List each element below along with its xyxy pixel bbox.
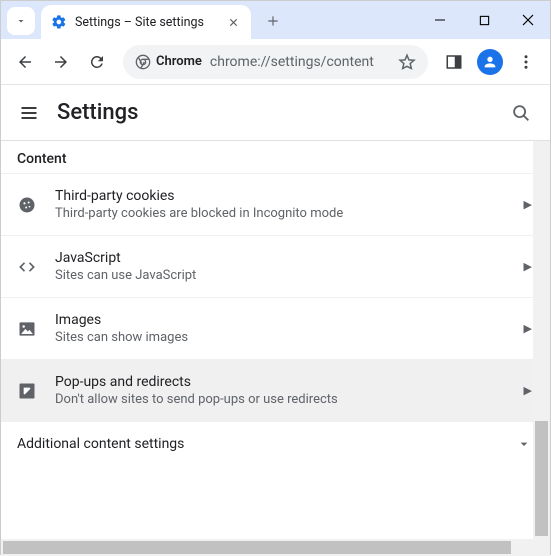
address-bar[interactable]: Chrome chrome://settings/content (123, 45, 428, 79)
settings-header: Settings (1, 85, 550, 141)
horizontal-scrollbar[interactable] (1, 539, 533, 556)
chevron-down-icon (516, 436, 532, 452)
hamburger-icon (19, 103, 39, 123)
row-title: Pop-ups and redirects (55, 374, 506, 390)
search-settings-button[interactable] (510, 102, 532, 124)
chrome-menu-button[interactable] (510, 46, 542, 78)
dots-vertical-icon (517, 53, 535, 71)
scroll-corner (533, 539, 550, 556)
browser-tab[interactable]: Settings – Site settings (41, 5, 251, 39)
window-controls (418, 1, 550, 39)
row-title: JavaScript (55, 250, 506, 266)
arrow-right-icon (52, 53, 70, 71)
setting-row-javascript[interactable]: JavaScript Sites can use JavaScript ▶ (1, 235, 550, 297)
additional-content-settings[interactable]: Additional content settings (1, 421, 550, 466)
url-text: chrome://settings/content (210, 54, 390, 70)
chevron-right-icon: ▶ (524, 260, 532, 273)
code-icon (17, 257, 37, 277)
window-titlebar: Settings – Site settings (1, 1, 550, 39)
close-window-button[interactable] (506, 1, 550, 39)
popup-icon (17, 381, 37, 401)
row-title: Third-party cookies (55, 188, 506, 204)
chrome-chip-label: Chrome (156, 54, 202, 69)
minimize-icon (434, 14, 446, 26)
forward-button[interactable] (45, 46, 77, 78)
star-icon (398, 53, 416, 71)
chevron-right-icon: ▶ (524, 198, 532, 211)
page-title: Settings (57, 100, 138, 125)
row-subtitle: Don't allow sites to send pop-ups or use… (55, 392, 506, 407)
minimize-button[interactable] (418, 1, 462, 39)
row-title: Images (55, 312, 506, 328)
setting-row-popups[interactable]: Pop-ups and redirects Don't allow sites … (1, 359, 550, 421)
panel-icon (445, 53, 463, 71)
reload-button[interactable] (81, 46, 113, 78)
image-icon (17, 319, 37, 339)
row-subtitle: Sites can use JavaScript (55, 268, 506, 283)
bookmark-button[interactable] (398, 53, 416, 71)
vertical-scrollbar[interactable] (533, 141, 550, 539)
chevron-right-icon: ▶ (524, 384, 532, 397)
tab-close-button[interactable] (225, 14, 241, 30)
chevron-down-icon (15, 15, 27, 27)
plus-icon (266, 14, 280, 28)
setting-row-images[interactable]: Images Sites can show images ▶ (1, 297, 550, 359)
content-scroll: Content Third-party cookies Third-party … (1, 141, 550, 539)
tab-title: Settings – Site settings (75, 15, 217, 30)
cookie-icon (17, 195, 37, 215)
reload-icon (88, 53, 106, 71)
content-area: Content Third-party cookies Third-party … (1, 141, 550, 556)
new-tab-button[interactable] (259, 7, 287, 35)
additional-label: Additional content settings (17, 436, 184, 452)
setting-row-cookies[interactable]: Third-party cookies Third-party cookies … (1, 173, 550, 235)
menu-button[interactable] (19, 103, 43, 123)
content-section-label: Content (1, 141, 550, 173)
close-icon (522, 14, 534, 26)
maximize-button[interactable] (462, 1, 506, 39)
chrome-chip: Chrome (135, 54, 202, 70)
avatar (477, 49, 503, 75)
row-subtitle: Sites can show images (55, 330, 506, 345)
browser-toolbar: Chrome chrome://settings/content (1, 39, 550, 85)
chrome-logo-icon (135, 54, 151, 70)
tab-search-button[interactable] (7, 7, 35, 35)
chevron-right-icon: ▶ (524, 322, 532, 335)
maximize-icon (479, 15, 490, 26)
back-button[interactable] (9, 46, 41, 78)
row-subtitle: Third-party cookies are blocked in Incog… (55, 206, 506, 221)
horizontal-scroll-thumb[interactable] (3, 541, 511, 554)
close-icon (228, 17, 239, 28)
search-icon (510, 102, 532, 124)
vertical-scroll-thumb[interactable] (535, 421, 548, 536)
side-panel-button[interactable] (438, 46, 470, 78)
profile-button[interactable] (474, 46, 506, 78)
person-icon (482, 54, 498, 70)
arrow-left-icon (16, 53, 34, 71)
gear-icon (51, 14, 67, 30)
